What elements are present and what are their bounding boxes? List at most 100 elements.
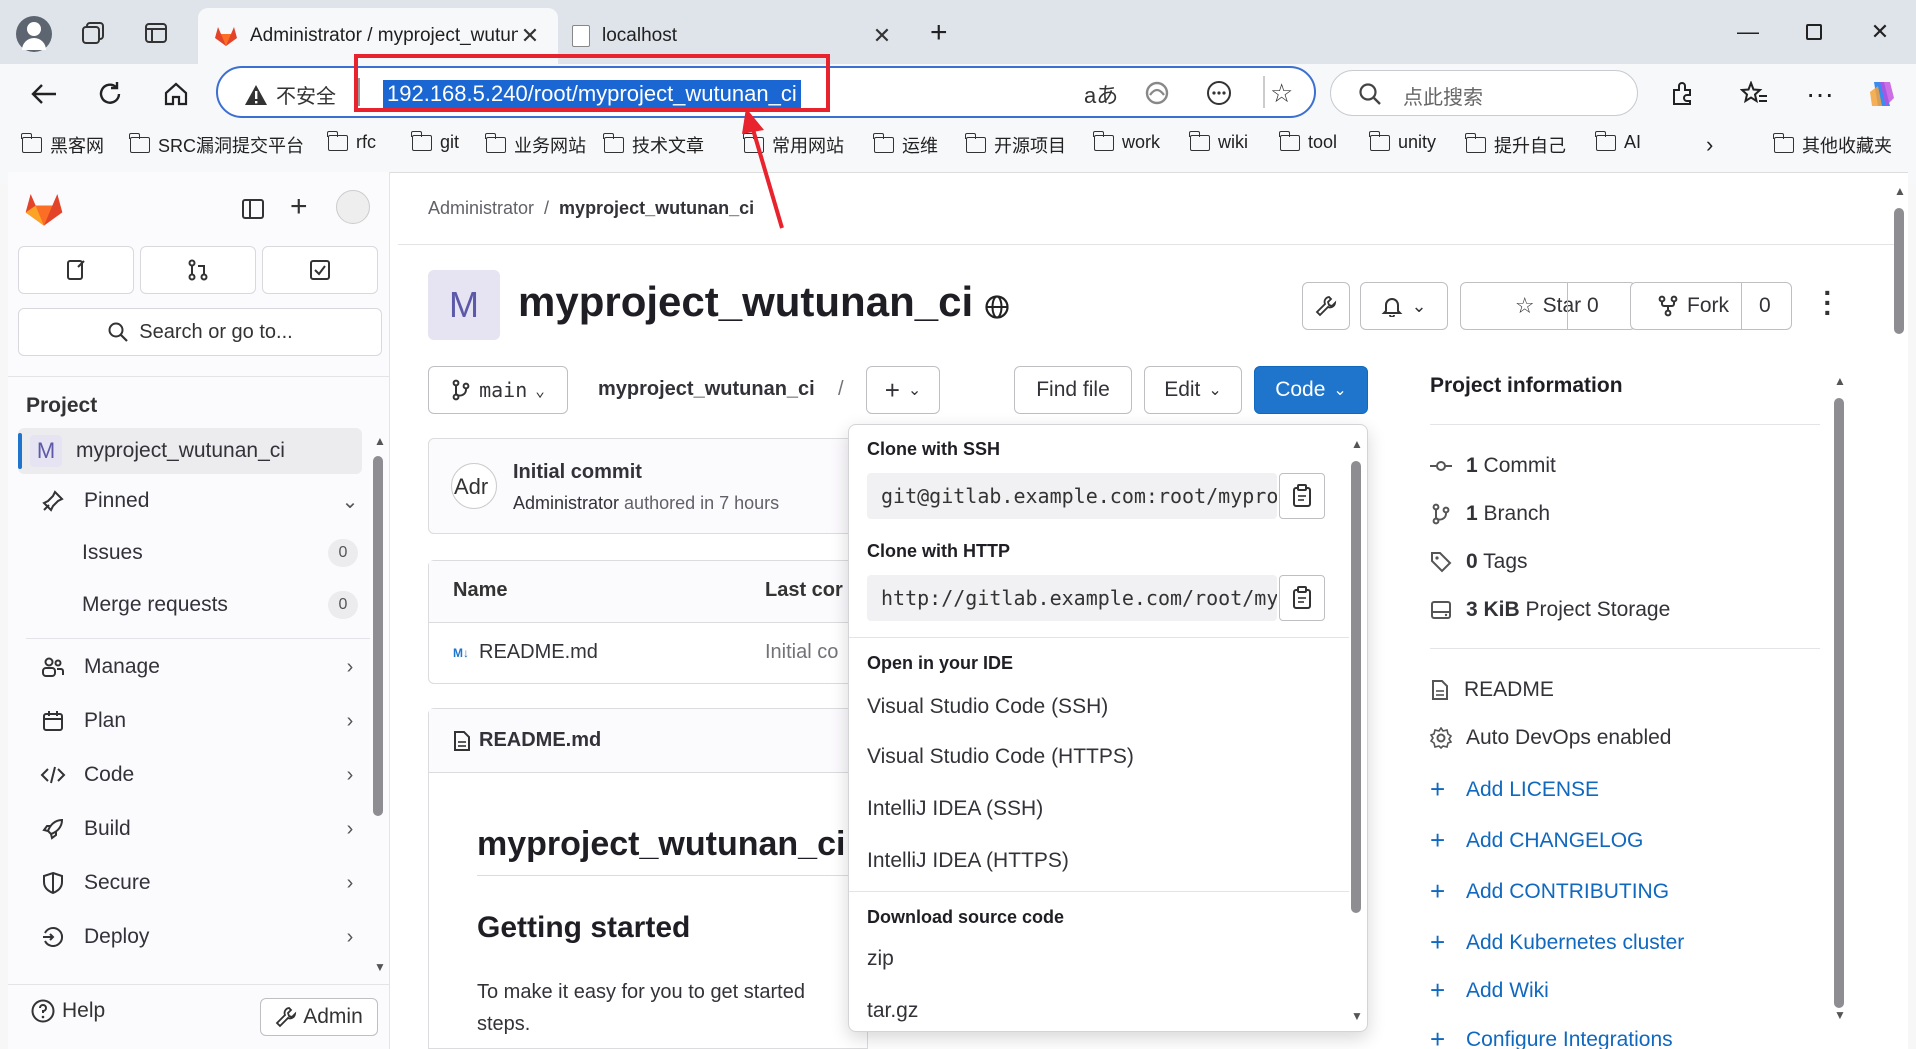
- bookmark-folder[interactable]: tool: [1279, 130, 1337, 153]
- commit-message[interactable]: Initial commit: [513, 461, 642, 484]
- bookmark-folder[interactable]: AI: [1595, 130, 1641, 153]
- read-aloud-icon[interactable]: aあ: [1084, 78, 1118, 110]
- copy-ssh-url-button[interactable]: [1279, 473, 1325, 519]
- http-url-field[interactable]: http://gitlab.example.com/root/myproject…: [867, 575, 1277, 621]
- merge-requests-button[interactable]: [140, 246, 256, 294]
- help-button[interactable]: Help: [30, 998, 105, 1024]
- breadcrumb-current[interactable]: myproject_wutunan_ci: [559, 198, 754, 219]
- bookmark-folder[interactable]: 技术文章: [603, 132, 704, 158]
- sidebar-item-code[interactable]: Code ›: [26, 752, 370, 798]
- admin-button[interactable]: Admin: [260, 998, 378, 1036]
- profile-icon[interactable]: [16, 16, 52, 52]
- search-or-go-to-button[interactable]: Search or go to...: [18, 308, 382, 356]
- commit-author[interactable]: Administrator: [513, 493, 619, 513]
- copilot-icon[interactable]: [1862, 74, 1902, 114]
- extensions-icon[interactable]: [1662, 74, 1702, 114]
- bookmark-folder[interactable]: SRC漏洞提交平台: [129, 132, 304, 158]
- scroll-up-icon[interactable]: ▲: [1894, 184, 1906, 198]
- readme-link[interactable]: README: [1430, 678, 1554, 702]
- author-avatar[interactable]: Adr: [451, 463, 497, 509]
- bookmark-folder[interactable]: 运维: [873, 132, 938, 158]
- ssh-url-field[interactable]: git@gitlab.example.com:root/myproject_wu…: [867, 473, 1277, 519]
- ide-intellij-ssh[interactable]: IntelliJ IDEA (SSH): [867, 797, 1043, 821]
- bookmark-folder[interactable]: 黑客网: [21, 132, 104, 158]
- add-kubernetes-link[interactable]: + Add Kubernetes cluster: [1430, 927, 1684, 958]
- security-indicator[interactable]: 不安全: [244, 80, 336, 109]
- scroll-down-icon[interactable]: ▼: [1351, 1009, 1363, 1023]
- notifications-button[interactable]: ⌄: [1360, 282, 1448, 330]
- tags-stat[interactable]: 0 Tags: [1430, 550, 1528, 574]
- more-actions-icon[interactable]: · · ·: [1822, 279, 1834, 327]
- ide-intellij-https[interactable]: IntelliJ IDEA (HTTPS): [867, 849, 1069, 873]
- sidebar-item-merge-requests[interactable]: Merge requests 0: [26, 582, 370, 628]
- add-contributing-link[interactable]: + Add CONTRIBUTING: [1430, 876, 1669, 907]
- ide-vscode-ssh[interactable]: Visual Studio Code (SSH): [867, 695, 1108, 719]
- project-settings-button[interactable]: [1302, 282, 1350, 330]
- close-window-icon[interactable]: ✕: [1858, 14, 1902, 50]
- tab-actions-icon[interactable]: [144, 21, 168, 45]
- branch-selector[interactable]: main ⌄: [428, 366, 568, 414]
- dropdown-scrollbar[interactable]: [1351, 461, 1361, 913]
- sidebar-item-pinned[interactable]: Pinned ⌄: [26, 478, 370, 524]
- sidebar-item-build[interactable]: Build ›: [26, 806, 370, 852]
- collections-icon[interactable]: [80, 20, 106, 46]
- download-targz[interactable]: tar.gz: [867, 999, 918, 1023]
- browser-search-box[interactable]: 点此搜索: [1330, 70, 1638, 116]
- sidebar-item-deploy[interactable]: Deploy ›: [26, 914, 370, 960]
- repo-path[interactable]: myproject_wutunan_ci: [598, 378, 815, 401]
- info-scrollbar[interactable]: [1834, 398, 1844, 1008]
- copy-http-url-button[interactable]: [1279, 575, 1325, 621]
- scroll-up-icon[interactable]: ▲: [1834, 374, 1846, 388]
- back-icon[interactable]: [24, 74, 64, 114]
- code-button[interactable]: Code ⌄: [1254, 366, 1368, 414]
- scroll-down-icon[interactable]: ▼: [1834, 1008, 1846, 1022]
- bookmark-folder[interactable]: 业务网站: [485, 132, 586, 158]
- maximize-icon[interactable]: [1792, 14, 1836, 50]
- sidebar-item-project[interactable]: M myproject_wutunan_ci: [18, 428, 362, 474]
- edit-button[interactable]: Edit ⌄: [1144, 366, 1242, 414]
- extensions-dots-icon[interactable]: [1206, 80, 1232, 106]
- add-changelog-link[interactable]: + Add CHANGELOG: [1430, 825, 1643, 856]
- more-menu-icon[interactable]: ···: [1800, 74, 1840, 114]
- bookmark-folder[interactable]: work: [1093, 130, 1160, 153]
- gitlab-logo-icon[interactable]: [24, 190, 64, 228]
- table-row[interactable]: M↓ README.md: [453, 641, 598, 664]
- sidebar-scrollbar[interactable]: [373, 456, 383, 816]
- last-commit-cell[interactable]: Initial co: [765, 641, 838, 664]
- page-scrollbar[interactable]: [1894, 208, 1904, 334]
- add-license-link[interactable]: + Add LICENSE: [1430, 774, 1599, 805]
- scroll-up-icon[interactable]: ▲: [1351, 437, 1363, 451]
- tab-close-icon[interactable]: ✕: [870, 23, 894, 49]
- find-file-button[interactable]: Find file: [1014, 366, 1132, 414]
- auto-devops-link[interactable]: Auto DevOps enabled: [1430, 726, 1671, 750]
- user-avatar[interactable]: [336, 190, 370, 224]
- bookmark-folder[interactable]: git: [411, 130, 459, 153]
- download-zip[interactable]: zip: [867, 947, 894, 971]
- add-to-tree-button[interactable]: + ⌄: [866, 366, 940, 414]
- new-tab-icon[interactable]: +: [930, 16, 948, 50]
- refresh-icon[interactable]: [90, 74, 130, 114]
- bookmarks-overflow-icon[interactable]: ›: [1706, 132, 1713, 158]
- sidebar-item-manage[interactable]: Manage ›: [26, 644, 370, 690]
- bookmark-folder[interactable]: 其他收藏夹: [1773, 132, 1892, 158]
- edge-icon[interactable]: [1144, 80, 1170, 106]
- ide-vscode-https[interactable]: Visual Studio Code (HTTPS): [867, 745, 1134, 769]
- your-work-button[interactable]: [18, 246, 134, 294]
- commits-stat[interactable]: 1 Commit: [1430, 454, 1556, 478]
- toggle-sidebar-icon[interactable]: [240, 196, 266, 222]
- home-icon[interactable]: [156, 74, 196, 114]
- sidebar-item-plan[interactable]: Plan ›: [26, 698, 370, 744]
- add-wiki-link[interactable]: + Add Wiki: [1430, 975, 1549, 1006]
- todos-button[interactable]: [262, 246, 378, 294]
- bookmark-folder[interactable]: wiki: [1189, 130, 1248, 153]
- sidebar-item-issues[interactable]: Issues 0: [26, 530, 370, 576]
- bookmark-folder[interactable]: 开源项目: [965, 132, 1066, 158]
- favorite-star-icon[interactable]: ☆: [1270, 78, 1293, 109]
- branches-stat[interactable]: 1 Branch: [1430, 502, 1550, 526]
- sidebar-item-secure[interactable]: Secure ›: [26, 860, 370, 906]
- fork-button[interactable]: Fork 0: [1630, 282, 1792, 330]
- configure-integrations-link[interactable]: + Configure Integrations: [1430, 1024, 1673, 1049]
- create-new-icon[interactable]: +: [290, 190, 308, 224]
- storage-stat[interactable]: 3 KiB Project Storage: [1430, 598, 1670, 622]
- scroll-down-icon[interactable]: ▼: [374, 960, 386, 974]
